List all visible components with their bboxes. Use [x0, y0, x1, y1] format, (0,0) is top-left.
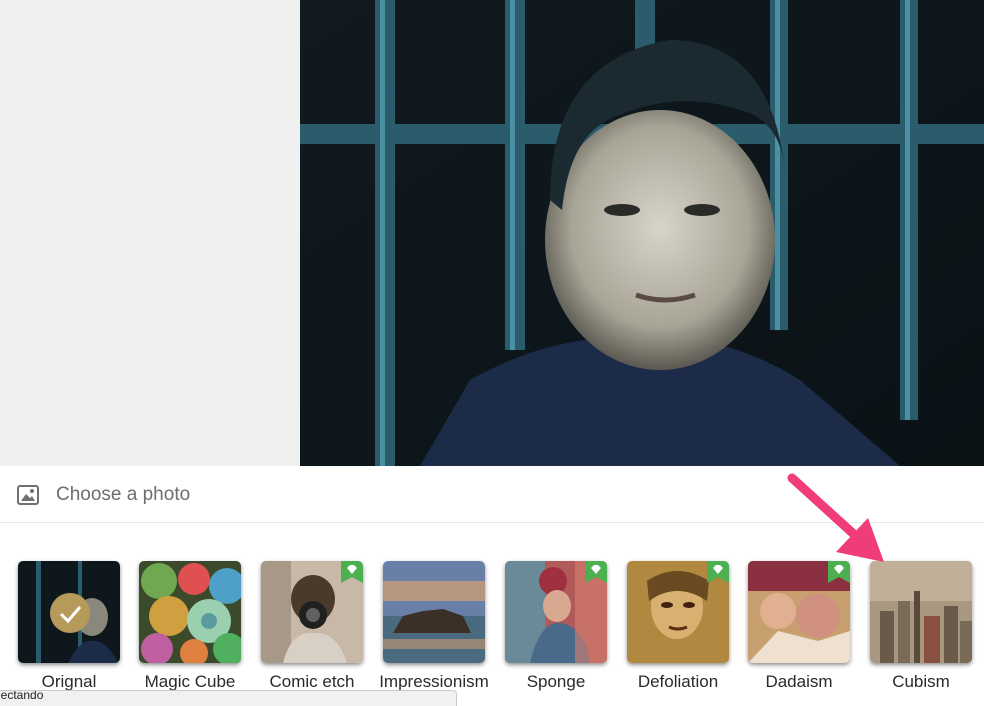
left-panel [0, 0, 300, 466]
filter-label: Sponge [526, 672, 586, 691]
filter-thumbnail[interactable] [870, 561, 972, 663]
filter-thumbnail[interactable] [261, 561, 363, 663]
filter-thumbnail[interactable] [18, 561, 120, 663]
filter-cubism[interactable]: Cubism [870, 561, 984, 701]
filter-thumbnail[interactable] [383, 561, 485, 663]
pointer-arrow-icon [780, 468, 890, 573]
filter-label: Dadaism [765, 672, 833, 691]
check-circle [50, 593, 90, 633]
filter-label: Comic etch [269, 672, 355, 691]
filter-thumbnail[interactable] [505, 561, 607, 663]
filter-label: Impressionism [379, 672, 489, 691]
choose-photo-label[interactable]: Choose a photo [56, 484, 190, 506]
filter-thumbnail[interactable] [139, 561, 241, 663]
photo-preview [300, 0, 984, 466]
premium-badge-icon [585, 561, 607, 583]
filter-label: Cubism [892, 672, 950, 691]
browser-status-bar: nectando [0, 690, 457, 706]
filter-label: Magic Cube [144, 672, 236, 691]
filter-thumbnail[interactable] [627, 561, 729, 663]
status-text: nectando [0, 690, 44, 702]
premium-badge-icon [707, 561, 729, 583]
premium-badge-icon [341, 561, 363, 583]
filter-thumbnail[interactable] [748, 561, 850, 663]
image-icon [17, 485, 39, 510]
